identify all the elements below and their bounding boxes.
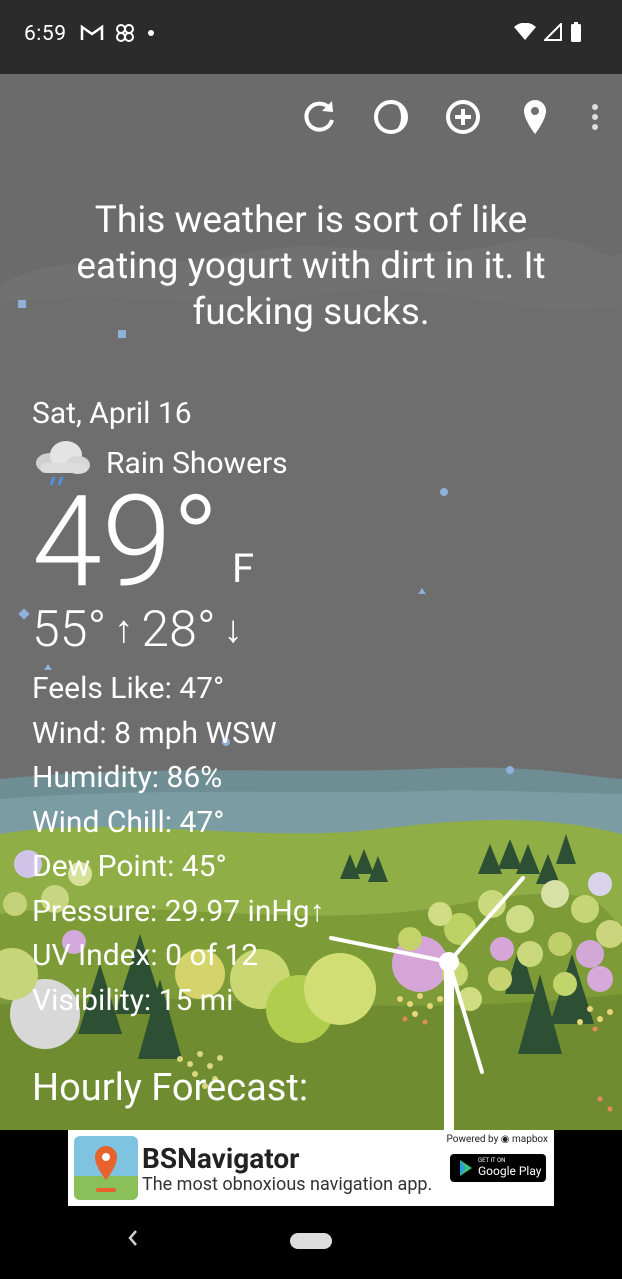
theme-button[interactable] <box>372 98 410 136</box>
gmail-icon <box>80 24 104 40</box>
hourly-forecast-title: Hourly Forecast: <box>32 1066 309 1110</box>
theme-icon <box>374 100 408 134</box>
weather-app: This weather is sort of like eating yogu… <box>0 74 622 1130</box>
stat-wind: Wind: 8 mph WSW <box>32 715 277 751</box>
stat-wind-chill: Wind Chill: 47° <box>32 804 225 840</box>
ad-powered-by: Powered by ◉ mapbox <box>446 1134 548 1145</box>
more-options-button[interactable] <box>588 98 602 136</box>
google-play-badge[interactable]: GET IT ON Google Play <box>450 1154 546 1182</box>
location-pin-icon <box>524 100 546 134</box>
toolbar <box>300 98 602 136</box>
pinwheel-icon <box>116 24 134 42</box>
cellular-icon <box>544 23 562 41</box>
stat-pressure: Pressure: 29.97 inHg↑ <box>32 893 325 929</box>
home-pill[interactable] <box>290 1233 332 1249</box>
ad-app-icon <box>74 1136 138 1200</box>
current-conditions: Sat, April 16 Rain Showers 49° F 55° ↑ 2… <box>32 396 325 1023</box>
date-label: Sat, April 16 <box>32 396 192 431</box>
ad-title: BSNavigator <box>142 1142 300 1175</box>
ad-subtitle: The most obnoxious navigation app. <box>142 1174 433 1195</box>
back-icon[interactable] <box>126 1228 140 1248</box>
add-location-button[interactable] <box>444 98 482 136</box>
temperature-row: 49° F <box>32 479 325 605</box>
status-time: 6:59 <box>24 22 67 46</box>
status-bar: 6:59 <box>0 0 622 74</box>
current-temperature: 49° <box>32 468 220 616</box>
stat-visibility: Visibility: 15 mi <box>32 982 234 1018</box>
more-vert-icon <box>592 104 598 130</box>
status-right-icons <box>514 22 582 42</box>
wifi-icon <box>514 23 536 40</box>
temperature-unit: F <box>232 545 255 592</box>
stat-humidity: Humidity: 86% <box>32 760 223 795</box>
weather-quote: This weather is sort of like eating yogu… <box>76 199 546 334</box>
system-navigation-bar <box>0 1206 622 1279</box>
dot-icon <box>148 30 154 36</box>
play-store-icon <box>460 1160 472 1176</box>
stat-feels-like: Feels Like: 47° <box>32 671 225 706</box>
play-badge-label: Google Play <box>478 1164 542 1178</box>
refresh-button[interactable] <box>300 98 338 136</box>
stat-uv-index: UV Index: 0 of 12 <box>32 938 259 973</box>
battery-icon <box>571 22 581 42</box>
add-location-icon <box>446 100 480 134</box>
refresh-icon <box>304 101 334 132</box>
stat-dew-point: Dew Point: 45° <box>32 849 227 884</box>
weather-stats: Feels Like: 47° Wind: 8 mph WSW Humidity… <box>32 667 325 1023</box>
status-left-icons <box>80 22 156 44</box>
location-button[interactable] <box>516 98 554 136</box>
low-arrow-icon: ↓ <box>223 608 243 652</box>
ad-banner[interactable]: BSNavigator The most obnoxious navigatio… <box>68 1130 554 1206</box>
